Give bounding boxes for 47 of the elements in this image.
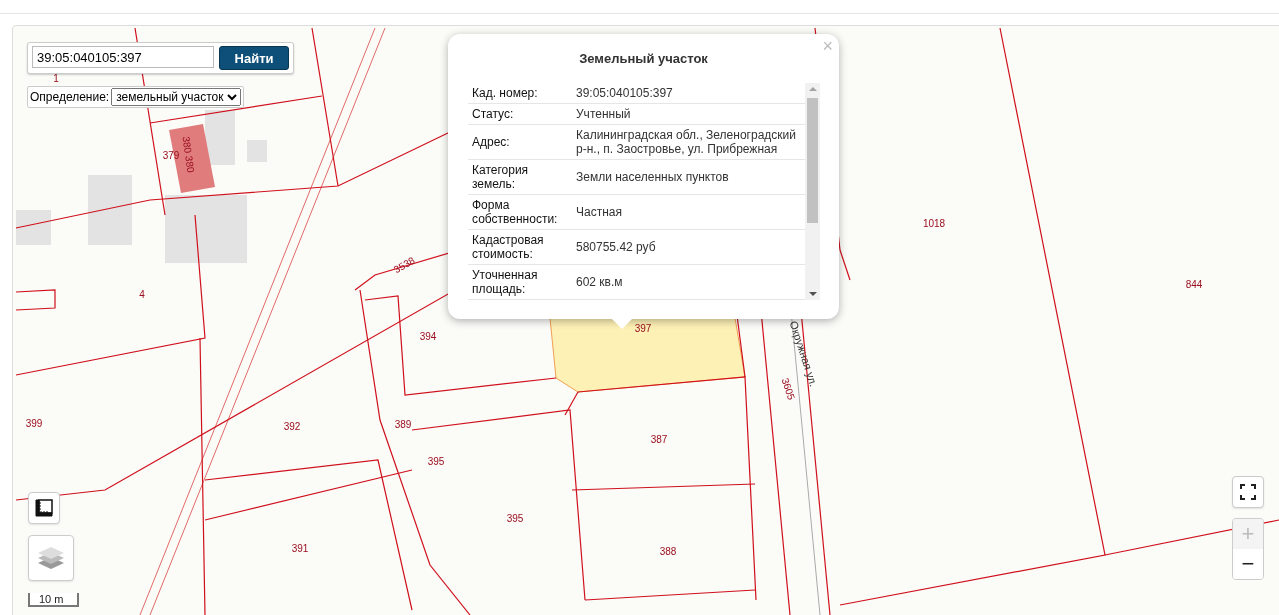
parcel-number-label: 391 — [291, 543, 309, 554]
definition-label: Определение: — [30, 90, 110, 104]
layers-icon — [37, 545, 65, 571]
field-value: 39:05:040105:397 — [575, 85, 674, 102]
field-value: 580755.42 руб — [575, 239, 657, 256]
definition-dropdown[interactable]: земельный участок — [111, 88, 242, 106]
parcel-number-label: 3538 — [391, 254, 417, 276]
field-label: Кад. номер: — [471, 85, 539, 102]
ruler-icon — [35, 499, 53, 517]
scrollbar[interactable] — [805, 83, 820, 300]
scale-bar: 10 m — [28, 593, 80, 607]
ruler-button[interactable] — [28, 492, 60, 524]
parcel-number-label: 394 — [419, 331, 437, 342]
find-button[interactable]: Найти — [219, 46, 289, 70]
field-label: Форма собственности: — [471, 197, 559, 228]
layers-button[interactable] — [28, 535, 74, 581]
parcel-number-label: 3605 — [779, 376, 797, 402]
parcel-number-label: 379 — [162, 150, 180, 161]
field-label: Адрес: — [471, 134, 511, 151]
cadastral-number-field[interactable]: 39:05:040105:397 — [32, 46, 214, 68]
parcel-number-label: 395 — [506, 513, 524, 524]
parcel-number-label: 389 — [394, 419, 412, 430]
parcel-number-label: 1 — [53, 73, 59, 84]
field-value: Земли населенных пунктов — [575, 169, 730, 186]
parcel-number-label: 397 — [634, 323, 652, 334]
field-label: Статус: — [471, 106, 515, 123]
parcel-number-label: 844 — [1185, 279, 1203, 290]
field-value: 602 кв.м — [575, 274, 624, 291]
field-label: Категория земель: — [471, 162, 530, 193]
field-value: Калининградская обл., Зеленоградский р-н., п. Заостровье, ул. Прибрежная — [575, 127, 797, 158]
field-value: Частная — [575, 204, 623, 221]
fullscreen-icon — [1240, 484, 1256, 500]
parcel-number-label: 395 — [427, 456, 445, 467]
parcel-number-label: 399 — [25, 418, 43, 429]
field-label: Кадастровая стоимость: — [471, 232, 545, 263]
parcel-number-label: 4 — [139, 289, 145, 300]
parcel-number-label: 392 — [283, 421, 301, 432]
zoom-out-button[interactable]: − — [1233, 549, 1263, 579]
fullscreen-button[interactable] — [1232, 476, 1264, 508]
building-number-label: 380 380 — [180, 135, 197, 174]
parcel-number-label: 388 — [659, 546, 677, 557]
field-label: Уточненная площадь: — [471, 267, 539, 298]
popup-pointer — [612, 319, 632, 329]
field-value: Учтенный — [575, 106, 632, 123]
parcel-number-label: 387 — [650, 434, 668, 445]
parcel-number-label: 1018 — [922, 218, 946, 229]
popup-title: Земельный участок — [578, 51, 709, 66]
